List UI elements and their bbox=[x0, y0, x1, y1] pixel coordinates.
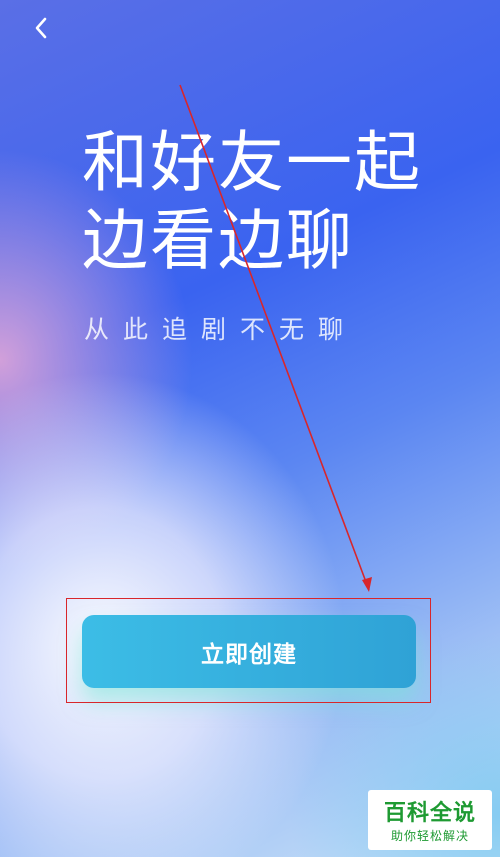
create-now-button[interactable]: 立即创建 bbox=[82, 615, 416, 688]
hero-title-line-2: 边看边聊 bbox=[82, 202, 354, 279]
hero-title: 和好友一起 边看边聊 bbox=[82, 124, 442, 280]
back-button[interactable] bbox=[26, 12, 56, 44]
watermark-tagline: 助你轻松解决 bbox=[390, 829, 469, 843]
annotation-arrow-head bbox=[362, 577, 372, 592]
chevron-left-icon bbox=[35, 17, 47, 39]
screen: 和好友一起 边看边聊 从此追剧不无聊 立即创建 百科全说 助你轻松解决 bbox=[0, 0, 500, 857]
hero-subtitle: 从此追剧不无聊 bbox=[84, 315, 358, 344]
watermark-brand: 百科全说 bbox=[383, 801, 476, 826]
hero-title-line-1: 和好友一起 bbox=[82, 124, 422, 201]
watermark-logo: 百科全说 助你轻松解决 bbox=[368, 790, 492, 850]
